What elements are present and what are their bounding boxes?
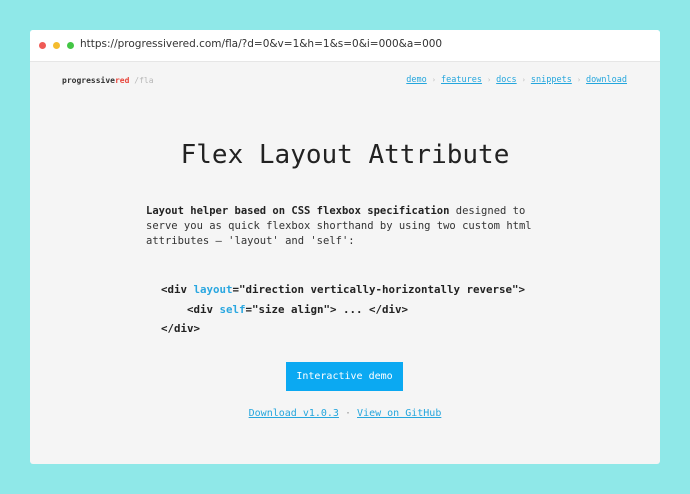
interactive-demo-button[interactable]: Interactive demo <box>286 362 403 391</box>
nav-link-features[interactable]: features <box>441 75 482 85</box>
github-link[interactable]: View on GitHub <box>357 408 441 419</box>
top-nav: demo › features › docs › snippets › down… <box>406 75 627 85</box>
bottom-links: Download v1.0.3 · View on GitHub <box>30 408 660 419</box>
nav-link-docs[interactable]: docs <box>496 75 516 85</box>
logo-accent-text: red <box>114 76 130 85</box>
code-attr-value: ="size align"> ... </div> <box>245 302 409 316</box>
nav-link-demo[interactable]: demo <box>406 75 426 85</box>
intro-paragraph: Layout helper based on CSS flexbox speci… <box>146 204 556 249</box>
links-separator: · <box>344 408 352 419</box>
code-sample: <div layout="direction vertically-horizo… <box>161 280 525 339</box>
code-line-3: </div> <box>161 322 201 335</box>
browser-window: https://progressivered.com/fla/?d=0&v=1&… <box>30 30 660 464</box>
close-window-dot[interactable] <box>39 42 46 49</box>
nav-separator: › <box>576 76 582 84</box>
intro-bold: Layout helper based on CSS flexbox speci… <box>146 205 450 217</box>
code-attr-self: self <box>219 302 246 316</box>
browser-titlebar: https://progressivered.com/fla/?d=0&v=1&… <box>30 30 660 62</box>
minimize-window-dot[interactable] <box>53 42 60 49</box>
nav-separator: › <box>521 76 526 84</box>
address-bar[interactable]: https://progressivered.com/fla/?d=0&v=1&… <box>80 38 442 50</box>
maximize-window-dot[interactable] <box>67 42 74 49</box>
nav-link-download[interactable]: download <box>586 75 627 85</box>
page-title: Flex Layout Attribute <box>180 140 510 170</box>
nav-separator: › <box>431 76 436 84</box>
nav-separator: › <box>486 76 492 84</box>
code-attr-layout: layout <box>193 283 233 296</box>
site-logo[interactable]: progressivered /fla <box>62 76 154 85</box>
code-line-1: <div layout="direction vertically-horizo… <box>161 280 525 300</box>
code-tag-open: <div <box>187 302 220 316</box>
nav-link-snippets[interactable]: snippets <box>531 75 572 85</box>
code-attr-value: ="direction vertically-horizontally reve… <box>232 283 526 296</box>
logo-suffix: /fla <box>129 76 154 85</box>
download-link[interactable]: Download v1.0.3 <box>249 408 339 419</box>
code-line-2: <div self="size align"> ... </div> <box>161 300 525 320</box>
logo-text: progressive <box>62 76 115 85</box>
code-tag-open: <div <box>161 283 194 296</box>
